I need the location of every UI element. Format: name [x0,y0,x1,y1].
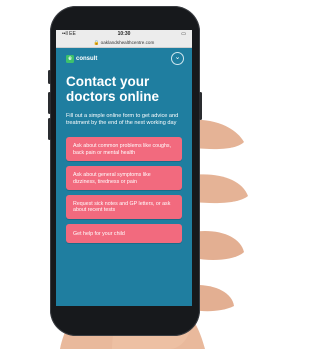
phone-screen: ••ll EE 10:30 ▭ 🔒 oaklandshealthcentre.c… [56,30,192,306]
option-general-symptoms-button[interactable]: Ask about general symptoms like dizzines… [66,166,182,191]
phone-side-button [48,92,51,114]
logo[interactable]: e consult [66,55,97,63]
chevron-down-icon[interactable]: ⌄ [171,52,184,65]
option-common-problems-button[interactable]: Ask about common problems like coughs, b… [66,137,182,162]
page-title: Contact your doctors online [66,74,160,104]
phone-power-button [199,92,202,120]
option-sick-notes-button[interactable]: Request sick notes and GP letters, or as… [66,195,182,219]
logo-text: consult [76,56,98,62]
phone-side-button [48,118,51,140]
browser-url-bar[interactable]: 🔒 oaklandshealthcentre.com [56,39,192,48]
option-child-help-button[interactable]: Get help for your child [66,223,182,244]
battery-icon: ▭ [181,31,186,37]
status-bar: ••ll EE 10:30 ▭ [56,30,192,39]
status-time: 10:30 [117,31,131,37]
page-content: e consult ⌄ Contact your doctors online … [56,52,192,244]
brand-header: e consult ⌄ [66,52,184,68]
logo-mark-icon: e [66,55,74,63]
intro-text: Fill out a simple online form to get adv… [66,113,179,127]
photo-scene: ••ll EE 10:30 ▭ 🔒 oaklandshealthcentre.c… [0,0,254,349]
phone-side-button [48,70,51,84]
